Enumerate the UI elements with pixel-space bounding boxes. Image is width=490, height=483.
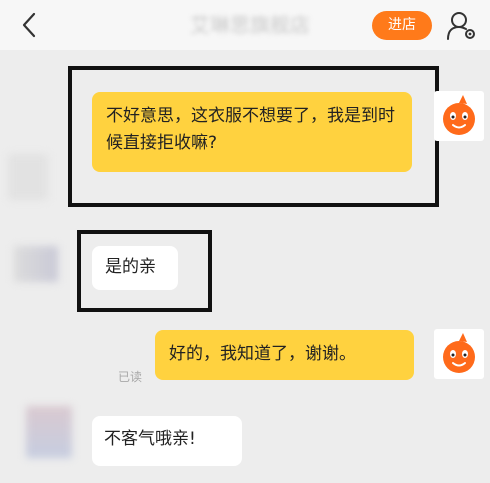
message-text: 是的亲: [105, 257, 156, 277]
store-avatar[interactable]: [8, 154, 48, 200]
message-text: 不好意思，这衣服不想要了，我是到时候直接拒收嘛?: [106, 106, 395, 153]
incoming-message-bubble[interactable]: 是的亲: [92, 246, 178, 290]
store-avatar[interactable]: [26, 406, 72, 458]
message-list[interactable]: 不好意思，这衣服不想要了，我是到时候直接拒收嘛? 是的亲 好的，我知道了，谢谢。…: [0, 50, 490, 483]
profile-button[interactable]: [445, 9, 479, 43]
chevron-left-icon: [22, 12, 36, 38]
outgoing-message-bubble[interactable]: 好的，我知道了，谢谢。: [155, 330, 414, 380]
incoming-message-bubble[interactable]: 不客气哦亲!: [92, 416, 242, 466]
enter-store-button[interactable]: 进店: [372, 11, 432, 40]
outgoing-message-bubble[interactable]: 不好意思，这衣服不想要了，我是到时候直接拒收嘛?: [92, 92, 412, 172]
message-text: 好的，我知道了，谢谢。: [169, 344, 356, 364]
read-status: 已读: [118, 370, 143, 384]
back-button[interactable]: [14, 8, 44, 42]
message-text: 不客气哦亲!: [104, 429, 196, 449]
store-title: 艾琳思旗舰店: [190, 13, 310, 37]
chat-header: 艾琳思旗舰店 进店: [0, 0, 490, 50]
user-avatar[interactable]: [434, 91, 484, 141]
mascot-avatar-icon: [443, 333, 475, 373]
store-avatar[interactable]: [14, 246, 58, 282]
user-avatar[interactable]: [434, 329, 484, 379]
mascot-avatar-icon: [443, 95, 475, 135]
user-settings-icon: [447, 12, 475, 40]
